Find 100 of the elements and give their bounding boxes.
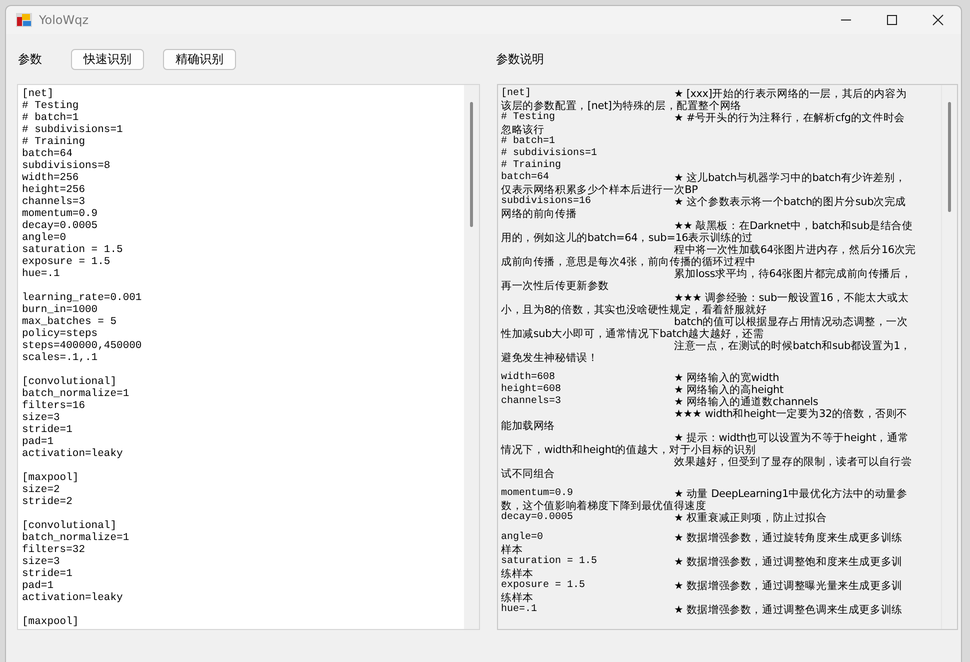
code-line: steps=400000,450000 [22,340,142,352]
code-line: # subdivisions=1 [22,124,123,136]
note-text: 情况下，width和height的值越大，对于小目标的识别 [501,444,756,456]
code-line: # Training [501,160,562,172]
scrollbar-thumb[interactable] [470,102,473,227]
code-line: [maxpool] [22,472,79,484]
scrollbar[interactable] [464,85,479,629]
note-text: ★ 权重衰减正则项，防止过拟合 [674,512,827,524]
code-line: stride=1 [22,424,72,436]
code-line: stride=2 [22,496,72,508]
code-line: height=608 [501,384,562,396]
note-text: 小，且为8的倍数，其实也没啥硬性规定，看着舒服就好 [501,304,767,316]
note-text: ★ 数据增强参数，通过调整色调来生成更多训练 [674,604,902,616]
params-label: 参数 [18,50,42,68]
code-line: pad=1 [22,580,54,592]
code-line: hue=.1 [22,268,60,280]
code-line: momentum=0.9 [22,208,98,220]
code-line: angle=0 [501,532,544,544]
code-line: learning_rate=0.001 [22,292,142,304]
code-line: # batch=1 [501,136,556,148]
note-text: 能加载网络 [501,420,556,432]
note-text: 再一次性后传更新参数 [501,280,610,292]
window-title: YoloWqz [39,13,89,27]
note-text: 成前向传播，意思是每次4张，前向传播的循环过程中 [501,256,756,268]
code-line: # Testing [22,100,79,112]
notes-label: 参数说明 [496,50,544,68]
code-line: pad=1 [22,436,54,448]
code-line: burn_in=1000 [22,304,98,316]
maximize-icon[interactable] [886,14,898,26]
app-icon [16,13,32,27]
code-line: [convolutional] [22,376,117,388]
code-line: subdivisions=16 [501,196,592,208]
note-text: ★ 数据增强参数，通过调整饱和度来生成更多训 [674,556,902,568]
note-text: 避免发生神秘错误！ [501,352,598,364]
note-text: 性加减sub大小即可，通常情况下batch越大越好，还需 [501,328,764,340]
note-text: 用的，例如这儿的batch=64，sub=16表示训练的过 [501,232,753,244]
note-text: ★ #号开头的行为注释行，在解析cfg的文件时会 [674,112,905,124]
code-line: angle=0 [22,232,66,244]
close-icon[interactable] [932,14,944,26]
note-text: 练样本 [501,592,534,604]
recognize-button[interactable]: 精确识别 [163,48,236,70]
note-text: ★ 数据增强参数，通过调整曝光量来生成更多训 [674,580,902,592]
code-line: activation=leaky [22,448,123,460]
code-line: width=608 [501,372,556,384]
note-text: batch的值可以根据显存占用情况动态调整，一次 [674,316,908,328]
note-text: 试不同组合 [501,468,556,480]
code-line: subdivisions=8 [22,160,110,172]
code-line: [maxpool] [22,616,79,628]
note-text: 练样本 [501,568,534,580]
note-text: 程中将一次性加载64张图片进内存，然后分16次完 [674,244,916,256]
code-line: size=2 [22,484,60,496]
code-line: max_batches = 5 [22,316,117,328]
code-line: # batch=1 [22,112,79,124]
code-line: batch_normalize=1 [22,388,130,400]
note-text: ★ 这儿batch与机器学习中的batch有少许差别， [674,172,906,184]
code-line: height=256 [22,184,86,196]
code-line: policy=steps [22,328,98,340]
note-text: 样本 [501,544,523,556]
note-text: ★ 网络输入的宽width [674,372,780,384]
code-line: saturation = 1.5 [22,244,123,256]
code-line: decay=0.0005 [501,512,574,524]
code-line: activation=leaky [22,592,123,604]
scrollbar-thumb[interactable] [948,102,951,212]
code-line: batch_normalize=1 [22,532,130,544]
code-line: hue=.1 [501,604,538,616]
code-line: # subdivisions=1 [501,148,598,160]
note-text: 累加loss求平均，待64张图片都完成前向传播后， [674,268,912,280]
note-text: 仅表示网络积累多少个样本后进行一次BP [501,184,698,196]
code-line: [convolutional] [22,520,117,532]
note-text: 数，这个值影响着梯度下降到最优值得速度 [501,500,706,512]
code-line: scales=.1,.1 [22,352,98,364]
code-line: size=3 [22,412,60,424]
note-text: ★ 数据增强参数，通过旋转角度来生成更多训练 [674,532,902,544]
code-line: # Training [22,136,86,148]
code-line: batch=64 [501,172,550,184]
code-line: filters=16 [22,400,86,412]
code-line: # Testing [501,112,556,124]
note-text: ★ 网络输入的高height [674,384,784,396]
note-text: ★★★ width和height一定要为32的倍数，否则不 [674,408,908,420]
config-text-area[interactable] [17,84,480,630]
code-line: saturation = 1.5 [501,556,598,568]
recognize-button[interactable]: 快速识别 [71,48,144,70]
code-line: decay=0.0005 [22,220,98,232]
code-line: channels=3 [22,196,86,208]
note-text: ★ [xxx]开始的行表示网络的一层，其后的内容为 [674,88,907,100]
note-text: ★★ 敲黑板：在Darknet中，batch和sub是结合使 [674,220,913,232]
code-line: width=256 [22,172,79,184]
code-line: exposure = 1.5 [501,580,586,592]
note-text: 注意一点，在测试的时候batch和sub都设置为1， [674,340,911,352]
note-text: ★ 这个参数表示将一个batch的图片分sub次完成 [674,196,906,208]
note-text: 效果越好，但受到了显存的限制，读者可以自行尝 [674,456,912,468]
code-line: size=3 [22,556,60,568]
code-line: [net] [501,88,532,100]
note-text: 忽略该行 [501,124,544,136]
note-text: ★★★ 调参经验：sub一般设置16，不能太大或太 [674,292,909,304]
note-text: 网络的前向传播 [501,208,577,220]
code-line: stride=1 [22,568,72,580]
code-line: exposure = 1.5 [22,256,110,268]
code-line: batch=64 [22,148,72,160]
note-text: ★ 提示：width也可以设置为不等于height，通常 [674,432,909,444]
